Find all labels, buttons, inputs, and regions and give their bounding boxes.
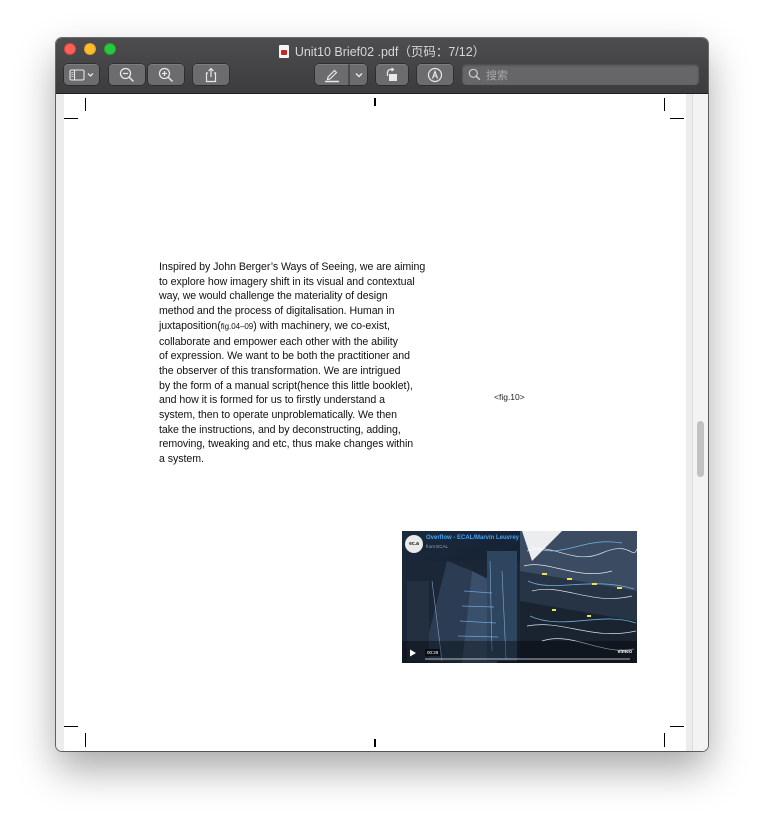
video-subtitle: from ECAL xyxy=(426,544,449,549)
paragraph-line: juxtaposition(fig.04–09) with machinery,… xyxy=(159,319,459,335)
preview-window: Unit10 Brief02 .pdf（页码：7/12） 搜索 Inspired… xyxy=(56,38,708,751)
zoom-in-icon xyxy=(158,67,174,82)
paragraph-line: collaborate and empower each other with … xyxy=(159,335,398,348)
rotate-button[interactable] xyxy=(376,64,408,85)
chevron-down-icon xyxy=(355,72,362,77)
document-view[interactable]: Inspired by John Berger’s Ways of Seeing… xyxy=(56,94,708,751)
video-thumbnail[interactable]: ec.a Overflow - ECAL/Marvin Leuvrey from… xyxy=(402,531,637,663)
paragraph-line: a system. xyxy=(159,453,204,466)
search-field[interactable] xyxy=(462,64,699,85)
paragraph-line: and how it is formed for us to firstly u… xyxy=(159,394,385,407)
crop-mark xyxy=(374,739,376,747)
video-progress-bar[interactable] xyxy=(425,658,630,660)
crop-mark xyxy=(85,98,86,111)
highlight-button[interactable] xyxy=(315,64,349,85)
crop-mark xyxy=(64,726,78,727)
crop-mark xyxy=(664,98,665,111)
video-title[interactable]: Overflow - ECAL/Marvin Leuvrey xyxy=(426,535,519,541)
video-still-image xyxy=(402,531,637,663)
crop-mark xyxy=(664,733,665,747)
paragraph-text: juxtaposition( xyxy=(159,319,221,332)
crop-mark xyxy=(85,733,86,747)
paragraph-text: ) with machinery, we co-exist, xyxy=(253,319,390,332)
rotate-icon xyxy=(386,67,397,81)
share-button[interactable] xyxy=(193,64,229,85)
crop-mark xyxy=(670,726,684,727)
share-icon xyxy=(205,67,217,82)
zoom-out-icon xyxy=(119,67,135,82)
zoom-in-button[interactable] xyxy=(148,64,184,85)
paragraph-line: removing, tweaking and etc, thus make ch… xyxy=(159,438,414,451)
vertical-scrollbar[interactable] xyxy=(692,94,708,751)
body-paragraph: Inspired by John Berger’s Ways of Seeing… xyxy=(159,260,459,467)
paragraph-line: by the form of a manual script(hence thi… xyxy=(159,379,413,392)
paragraph-line: of expression. We want to be both the pr… xyxy=(159,350,410,363)
markup-icon xyxy=(427,67,443,82)
sidebar-icon xyxy=(68,68,93,81)
pdf-file-icon xyxy=(278,45,289,58)
highlighter-icon xyxy=(325,69,339,82)
video-timestamp: 00:28 xyxy=(425,649,441,656)
crop-mark xyxy=(670,118,684,119)
paragraph-line: system, then to operate unproblematicall… xyxy=(159,409,397,422)
paragraph-line: take the instructions, and by deconstruc… xyxy=(159,423,401,436)
highlight-options-dropdown[interactable] xyxy=(349,64,367,85)
paragraph-line: method and the process of digitalisation… xyxy=(159,305,395,318)
markup-button[interactable] xyxy=(417,64,453,85)
paragraph-line: Inspired by John Berger’s Ways of Seeing… xyxy=(159,261,426,273)
search-icon xyxy=(468,68,481,81)
paragraph-line: way, we would challenge the materiality … xyxy=(159,290,388,303)
sidebar-toggle-button[interactable] xyxy=(64,64,99,85)
figure-reference: fig.04–09 xyxy=(220,321,254,331)
crop-mark xyxy=(64,118,78,119)
pdf-page: Inspired by John Berger’s Ways of Seeing… xyxy=(64,94,686,751)
paragraph-line: to explore how imagery shift in its visu… xyxy=(159,275,415,288)
channel-avatar[interactable]: ec.a xyxy=(405,535,423,553)
figure-label: <fig.10> xyxy=(494,392,525,402)
window-title: Unit10 Brief02 .pdf（页码：7/12） xyxy=(56,41,708,60)
window-title-text: Unit10 Brief02 .pdf（页码：7/12） xyxy=(294,45,486,59)
zoom-out-button[interactable] xyxy=(109,64,145,85)
crop-mark xyxy=(374,98,376,106)
paragraph-line: the observer of this transformation. We … xyxy=(159,364,401,377)
title-bar: Unit10 Brief02 .pdf（页码：7/12） xyxy=(56,38,708,94)
search-input[interactable] xyxy=(484,66,693,85)
play-icon[interactable] xyxy=(409,649,417,657)
scrollbar-thumb[interactable] xyxy=(697,421,704,477)
vimeo-logo[interactable]: vimeo xyxy=(618,649,632,655)
